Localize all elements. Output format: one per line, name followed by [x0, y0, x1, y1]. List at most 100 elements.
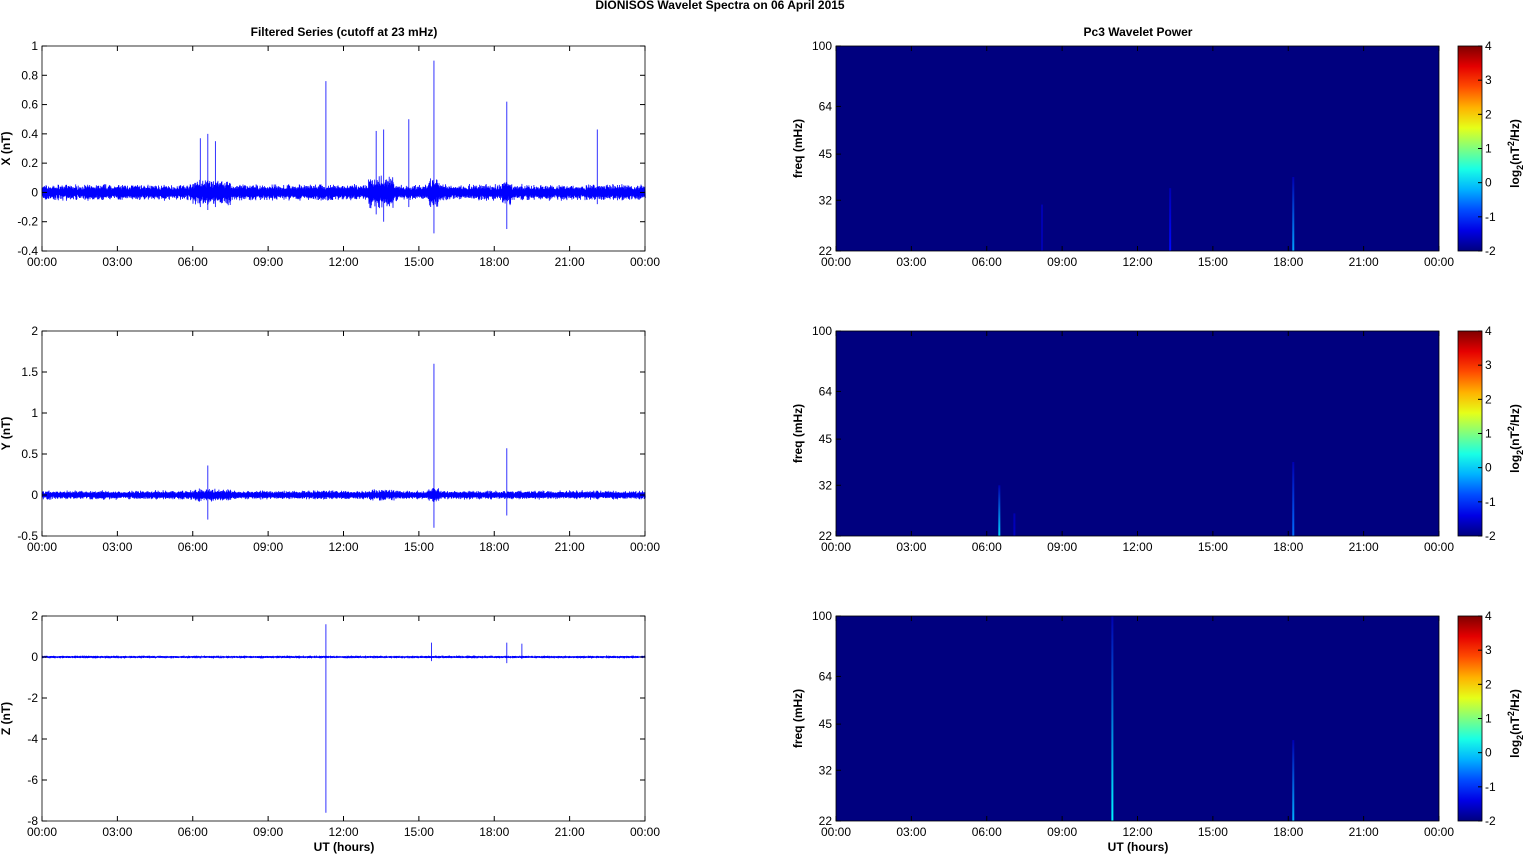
- left-column-title: Filtered Series (cutoff at 23 mHz): [251, 25, 438, 39]
- x-tick-label: 03:00: [896, 825, 926, 839]
- colorbar-label: log2(nT2/Hz): [1506, 404, 1525, 473]
- power-streak: [998, 485, 1001, 536]
- x-tick-label: 06:00: [178, 255, 208, 269]
- x-tick-label: 00:00: [1424, 255, 1454, 269]
- y-axis-label: freq (mHz): [791, 404, 805, 463]
- x-tick-label: 18:00: [1273, 255, 1303, 269]
- x-tick-label: 09:00: [253, 540, 283, 554]
- y-axis-label: X (nT): [0, 132, 13, 166]
- heatmap-background: [836, 46, 1439, 251]
- x-tick-label: 06:00: [178, 825, 208, 839]
- x-tick-label: 06:00: [972, 825, 1002, 839]
- x-tick-label: 18:00: [1273, 540, 1303, 554]
- x-tick-label: 15:00: [404, 540, 434, 554]
- x-tick-label: 12:00: [328, 255, 358, 269]
- y-tick-label: 2: [31, 609, 38, 623]
- figure: DIONISOS Wavelet Spectra on 06 April 201…: [0, 0, 1525, 854]
- x-tick-label: 21:00: [555, 825, 585, 839]
- colorbar-tick-label: 4: [1485, 609, 1492, 623]
- y-tick-label: -6: [27, 773, 38, 787]
- x-tick-label: 21:00: [1349, 255, 1379, 269]
- colorbar-tick-label: 2: [1485, 107, 1492, 121]
- x-tick-label: 09:00: [253, 825, 283, 839]
- y-tick-label: 0.5: [21, 447, 38, 461]
- y-tick-label: 0.6: [21, 98, 38, 112]
- power-streak: [1292, 740, 1295, 821]
- x-tick-label: 15:00: [1198, 825, 1228, 839]
- x-tick-label: 00:00: [1424, 825, 1454, 839]
- y-tick-label: 100: [812, 324, 832, 338]
- y-tick-label: 0.4: [21, 127, 38, 141]
- colorbar-tick-label: -1: [1485, 495, 1496, 509]
- y-tick-label: 45: [819, 147, 833, 161]
- y-tick-label: 45: [819, 717, 833, 731]
- x-tick-label: 15:00: [404, 825, 434, 839]
- x-tick-label: 00:00: [630, 825, 660, 839]
- y-tick-label: 2: [31, 324, 38, 338]
- colorbar-tick-label: 4: [1485, 39, 1492, 53]
- x-tick-label: 06:00: [972, 540, 1002, 554]
- x-tick-label: 03:00: [102, 825, 132, 839]
- y-axis-label: Z (nT): [0, 702, 13, 735]
- power-streak: [1013, 513, 1016, 536]
- plot-area: [42, 331, 645, 536]
- x-tick-label: 03:00: [102, 255, 132, 269]
- y-tick-label: 1: [31, 406, 38, 420]
- x-tick-label: 00:00: [821, 255, 851, 269]
- power-streak: [1041, 204, 1044, 251]
- colorbar-tick-label: -2: [1485, 244, 1496, 258]
- x-tick-label: 00:00: [821, 825, 851, 839]
- y-axis-label: Y (nT): [0, 417, 13, 451]
- wavelet-panel-z: 2232456410000:00 03:00 06:00 09:00 12:00 15:0…: [791, 609, 1525, 839]
- colorbar-tick-label: -2: [1485, 814, 1496, 828]
- y-axis-label: freq (mHz): [791, 119, 805, 178]
- x-tick-label: 00:00: [821, 540, 851, 554]
- y-tick-label: -4: [27, 732, 38, 746]
- x-tick-label: 03:00: [896, 540, 926, 554]
- x-tick-label: 00:00: [630, 255, 660, 269]
- timeseries-panel-z: -8-6-4-20200:00 03:00 06:00 09:00 12:00 15:00…: [0, 609, 660, 839]
- y-tick-label: 45: [819, 432, 833, 446]
- timeseries-panel-y: -0.500.511.5200:00 03:00 06:00 09:00 12:00 15…: [0, 324, 660, 554]
- y-tick-label: -2: [27, 691, 38, 705]
- heatmap-background: [836, 616, 1439, 821]
- colorbar-tick-label: 1: [1485, 142, 1492, 156]
- colorbar-tick-label: 3: [1485, 358, 1492, 372]
- colorbar-tick-label: 1: [1485, 427, 1492, 441]
- y-tick-label: 32: [819, 763, 833, 777]
- power-streak: [1169, 188, 1172, 251]
- timeseries-panel-x: -0.4-0.200.20.40.60.8100:00 03:00 06:00 09:…: [0, 39, 660, 269]
- y-tick-label: 64: [819, 384, 833, 398]
- y-tick-label: 0: [31, 488, 38, 502]
- x-tick-label: 09:00: [1047, 825, 1077, 839]
- x-tick-label: 06:00: [972, 255, 1002, 269]
- x-tick-label: 12:00: [1122, 255, 1152, 269]
- heatmap-background: [836, 331, 1439, 536]
- y-tick-label: 100: [812, 39, 832, 53]
- x-tick-label: 06:00: [178, 540, 208, 554]
- wavelet-panel-x: 2232456410000:00 03:00 06:00 09:00 12:00 15:0…: [791, 39, 1525, 269]
- colorbar-tick-label: 3: [1485, 643, 1492, 657]
- x-tick-label: 18:00: [479, 825, 509, 839]
- x-tick-label: 18:00: [479, 255, 509, 269]
- plot-area: [42, 616, 645, 821]
- colorbar-tick-label: 3: [1485, 73, 1492, 87]
- wavelet-panel-y: 2232456410000:00 03:00 06:00 09:00 12:00 15:0…: [791, 324, 1525, 554]
- x-tick-label: 15:00: [1198, 540, 1228, 554]
- power-streak: [1111, 616, 1114, 821]
- colorbar-tick-label: 0: [1485, 461, 1492, 475]
- y-tick-label: -0.2: [17, 215, 38, 229]
- y-tick-label: 100: [812, 609, 832, 623]
- x-tick-label: 00:00: [27, 255, 57, 269]
- x-tick-label: 18:00: [1273, 825, 1303, 839]
- x-tick-label: 12:00: [328, 825, 358, 839]
- y-tick-label: 32: [819, 478, 833, 492]
- right-column-title: Pc3 Wavelet Power: [1084, 25, 1193, 39]
- colorbar-tick-label: 0: [1485, 176, 1492, 190]
- power-streak: [1292, 462, 1295, 536]
- colorbar-tick-label: -1: [1485, 780, 1496, 794]
- y-tick-label: 64: [819, 99, 833, 113]
- x-tick-label: 00:00: [27, 825, 57, 839]
- x-tick-label: 15:00: [404, 255, 434, 269]
- y-tick-label: 1.5: [21, 365, 38, 379]
